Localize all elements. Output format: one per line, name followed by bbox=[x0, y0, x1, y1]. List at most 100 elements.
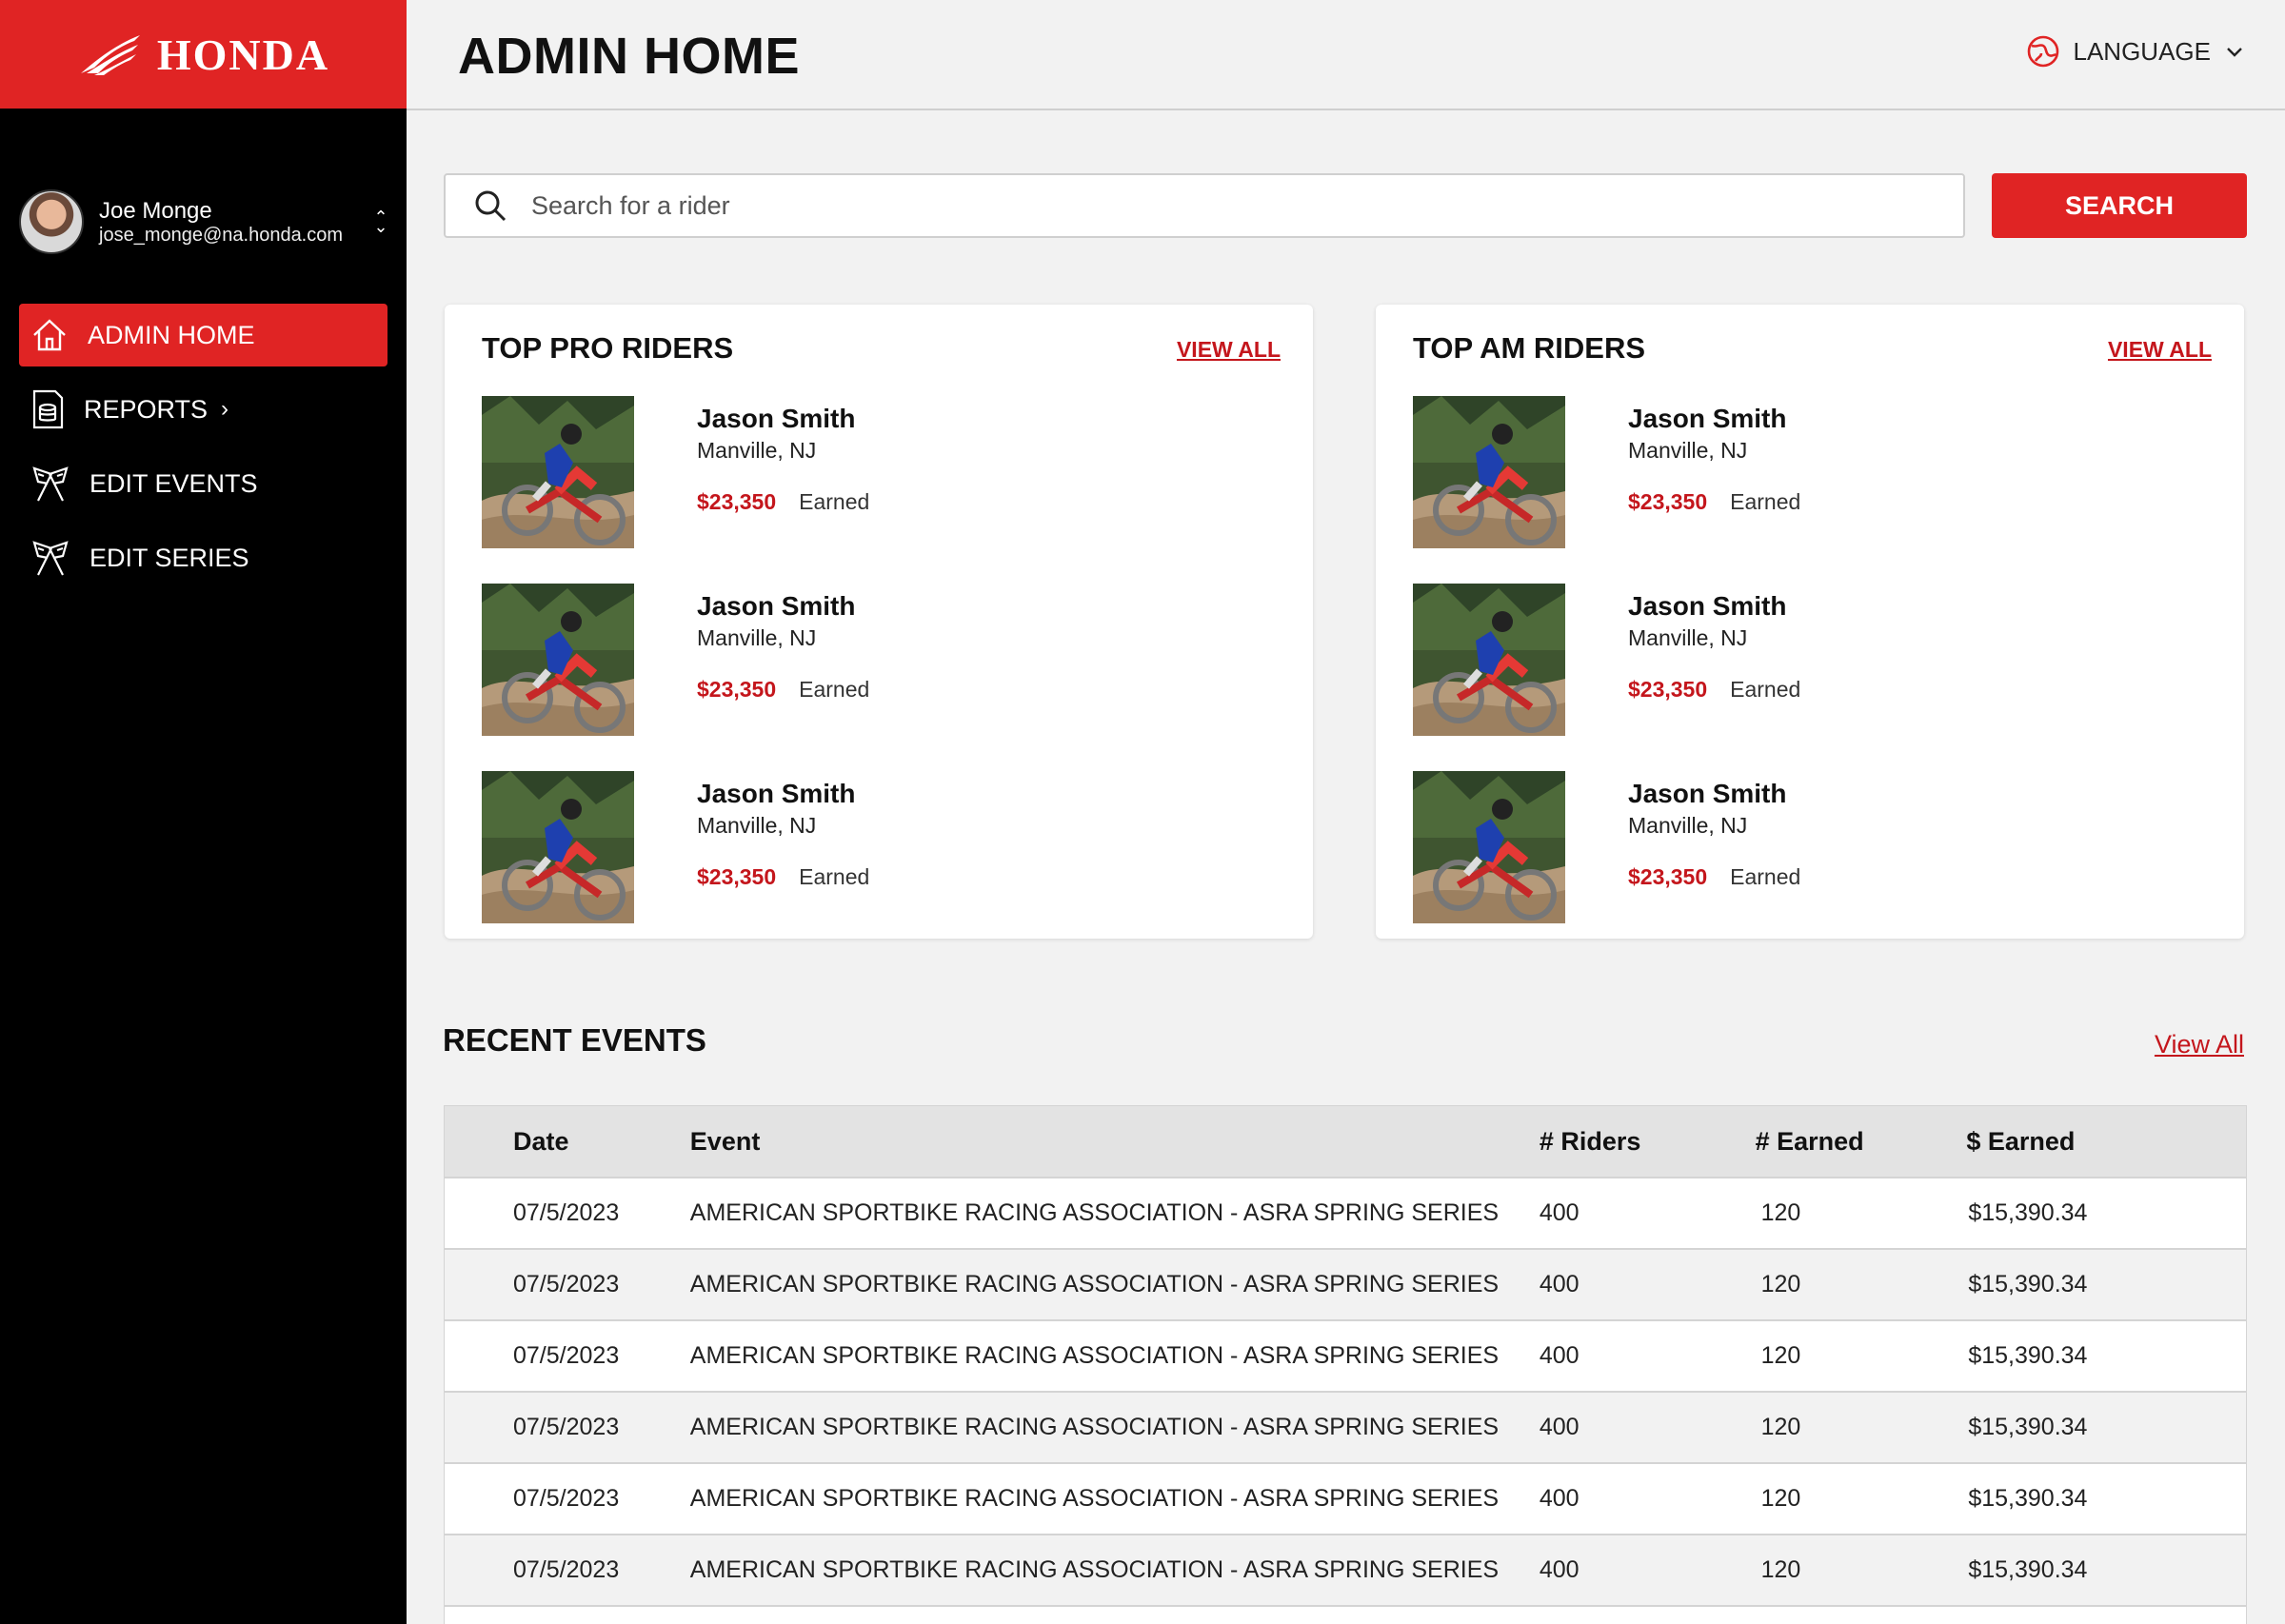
search-button[interactable]: SEARCH bbox=[1992, 173, 2247, 238]
rider-item[interactable]: Jason Smith Manville, NJ $23,350 Earned bbox=[482, 771, 1282, 923]
earned-label: Earned bbox=[799, 489, 870, 514]
event-name: AMERICAN SPORTBIKE RACING ASSOCIATION - … bbox=[689, 1485, 1500, 1512]
user-menu[interactable]: Joe Monge jose_monge@na.honda.com ⌃ ⌄ bbox=[19, 188, 390, 255]
column-header-count-earned[interactable]: # Earned bbox=[1756, 1127, 1967, 1157]
chevron-up-down-icon[interactable]: ⌃ ⌄ bbox=[371, 208, 390, 235]
event-dollars-earned: $15,390.34 bbox=[1968, 1342, 2088, 1369]
search-bar bbox=[444, 173, 1965, 238]
event-dollars-earned: $15,390.34 bbox=[1968, 1485, 2088, 1512]
table-row[interactable]: 07/5/2023 AMERICAN SPORTBIKE RACING ASSO… bbox=[445, 1177, 2246, 1248]
user-email: jose_monge@na.honda.com bbox=[99, 225, 344, 246]
rider-location: Manville, NJ bbox=[697, 625, 817, 650]
recent-events-title: RECENT EVENTS bbox=[443, 1022, 706, 1058]
rider-location: Manville, NJ bbox=[1628, 625, 1748, 650]
wing-icon bbox=[80, 35, 140, 75]
rider-name: Jason Smith bbox=[1628, 591, 1787, 621]
rider-name: Jason Smith bbox=[1628, 404, 1787, 433]
table-row[interactable]: 07/5/2023 AMERICAN SPORTBIKE RACING ASSO… bbox=[445, 1534, 2246, 1605]
rider-amount: $23,350 bbox=[697, 677, 777, 702]
sidebar-item-label: EDIT EVENTS bbox=[89, 468, 258, 498]
brand-name: HONDA bbox=[156, 30, 330, 79]
view-all-link[interactable]: VIEW ALL bbox=[1177, 337, 1281, 363]
table-row[interactable]: 07/5/2023 AMERICAN SPORTBIKE RACING ASSO… bbox=[445, 1248, 2246, 1319]
events-view-all-link[interactable]: View All bbox=[2155, 1030, 2244, 1060]
event-name: AMERICAN SPORTBIKE RACING ASSOCIATION - … bbox=[689, 1556, 1500, 1583]
avatar bbox=[19, 189, 84, 254]
event-count-earned: 120 bbox=[1760, 1199, 1801, 1226]
rider-item[interactable]: Jason Smith Manville, NJ $23,350 Earned bbox=[1413, 584, 2213, 736]
table-row[interactable]: 07/5/2023 AMERICAN SPORTBIKE RACING ASSO… bbox=[445, 1319, 2246, 1391]
event-name: AMERICAN SPORTBIKE RACING ASSOCIATION - … bbox=[689, 1414, 1500, 1440]
event-riders: 400 bbox=[1539, 1271, 1580, 1297]
table-row[interactable]: 07/5/2023 AMERICAN SPORTBIKE RACING ASSO… bbox=[445, 1462, 2246, 1534]
rider-item[interactable]: Jason Smith Manville, NJ $23,350 Earned bbox=[1413, 771, 2213, 923]
column-header-riders[interactable]: # Riders bbox=[1540, 1127, 1756, 1157]
view-all-link[interactable]: VIEW ALL bbox=[2108, 337, 2212, 363]
rider-location: Manville, NJ bbox=[1628, 813, 1748, 838]
chevron-down-icon bbox=[2227, 48, 2242, 57]
rider-earnings: $23,350 Earned bbox=[697, 864, 869, 890]
event-name: AMERICAN SPORTBIKE RACING ASSOCIATION - … bbox=[689, 1199, 1500, 1226]
language-selector[interactable]: LANGUAGE bbox=[2026, 34, 2246, 69]
rider-location: Manville, NJ bbox=[697, 438, 817, 463]
rider-earnings: $23,350 Earned bbox=[1628, 677, 1800, 703]
event-date: 07/5/2023 bbox=[513, 1342, 620, 1369]
top-pro-riders-card: TOP PRO RIDERS VIEW ALL Jason Smith Manv… bbox=[445, 305, 1313, 939]
rider-photo bbox=[1413, 771, 1565, 923]
search-input[interactable] bbox=[531, 190, 1864, 221]
earned-label: Earned bbox=[799, 677, 870, 702]
sidebar-item-edit-series[interactable]: EDIT SERIES bbox=[19, 526, 387, 589]
rider-item[interactable]: Jason Smith Manville, NJ $23,350 Earned bbox=[1413, 396, 2213, 548]
sidebar: HONDA Joe Monge jose_monge@na.honda.com … bbox=[0, 0, 407, 1624]
event-date: 07/5/2023 bbox=[513, 1199, 620, 1226]
rider-item[interactable]: Jason Smith Manville, NJ $23,350 Earned bbox=[482, 584, 1282, 736]
rider-name: Jason Smith bbox=[1628, 779, 1787, 808]
event-count-earned: 120 bbox=[1760, 1485, 1801, 1512]
sidebar-nav: ADMIN HOME REPORTS › EDIT EVENTS EDIT SE… bbox=[19, 304, 387, 601]
rider-item[interactable]: Jason Smith Manville, NJ $23,350 Earned bbox=[482, 396, 1282, 548]
sidebar-item-label: REPORTS bbox=[84, 394, 209, 424]
rider-earnings: $23,350 Earned bbox=[697, 677, 869, 703]
chevron-right-icon: › bbox=[221, 396, 229, 422]
event-count-earned: 120 bbox=[1760, 1342, 1801, 1369]
checkered-flags-icon bbox=[32, 541, 69, 576]
rider-photo bbox=[1413, 584, 1565, 736]
table-header: Date Event # Riders # Earned $ Earned bbox=[445, 1106, 2246, 1177]
event-date: 07/5/2023 bbox=[513, 1414, 620, 1440]
rider-amount: $23,350 bbox=[1628, 489, 1708, 514]
rider-amount: $23,350 bbox=[1628, 864, 1708, 889]
earned-label: Earned bbox=[1730, 677, 1801, 702]
event-riders: 400 bbox=[1539, 1199, 1580, 1226]
rider-name: Jason Smith bbox=[697, 404, 856, 433]
column-header-date[interactable]: Date bbox=[445, 1127, 690, 1157]
database-icon bbox=[32, 389, 64, 429]
search-icon bbox=[475, 190, 507, 222]
language-label: LANGUAGE bbox=[2073, 36, 2212, 66]
event-dollars-earned: $15,390.34 bbox=[1968, 1199, 2088, 1226]
table-row[interactable]: 07/5/2023 AMERICAN SPORTBIKE RACING ASSO… bbox=[445, 1391, 2246, 1462]
table-row-partial[interactable] bbox=[445, 1605, 2246, 1624]
sidebar-item-admin-home[interactable]: ADMIN HOME bbox=[19, 304, 387, 366]
sidebar-item-label: ADMIN HOME bbox=[88, 320, 255, 349]
column-header-event[interactable]: Event bbox=[690, 1127, 1540, 1157]
rider-amount: $23,350 bbox=[1628, 677, 1708, 702]
earned-label: Earned bbox=[1730, 489, 1801, 514]
top-am-riders-card: TOP AM RIDERS VIEW ALL Jason Smith Manvi… bbox=[1376, 305, 2244, 939]
rider-earnings: $23,350 Earned bbox=[1628, 489, 1800, 515]
sidebar-item-reports[interactable]: REPORTS › bbox=[19, 378, 387, 441]
event-dollars-earned: $15,390.34 bbox=[1968, 1556, 2088, 1583]
rider-photo bbox=[482, 584, 634, 736]
brand-logo[interactable]: HONDA bbox=[0, 0, 407, 109]
sidebar-item-label: EDIT SERIES bbox=[89, 543, 249, 572]
rider-photo bbox=[1413, 396, 1565, 548]
rider-earnings: $23,350 Earned bbox=[697, 489, 869, 515]
earned-label: Earned bbox=[1730, 864, 1801, 889]
globe-icon bbox=[2027, 35, 2058, 68]
event-count-earned: 120 bbox=[1760, 1556, 1801, 1583]
rider-amount: $23,350 bbox=[697, 864, 777, 889]
event-riders: 400 bbox=[1539, 1342, 1580, 1369]
event-riders: 400 bbox=[1539, 1485, 1580, 1512]
sidebar-item-edit-events[interactable]: EDIT EVENTS bbox=[19, 452, 387, 515]
event-riders: 400 bbox=[1539, 1556, 1580, 1583]
column-header-dollars-earned[interactable]: $ Earned bbox=[1966, 1127, 2246, 1157]
